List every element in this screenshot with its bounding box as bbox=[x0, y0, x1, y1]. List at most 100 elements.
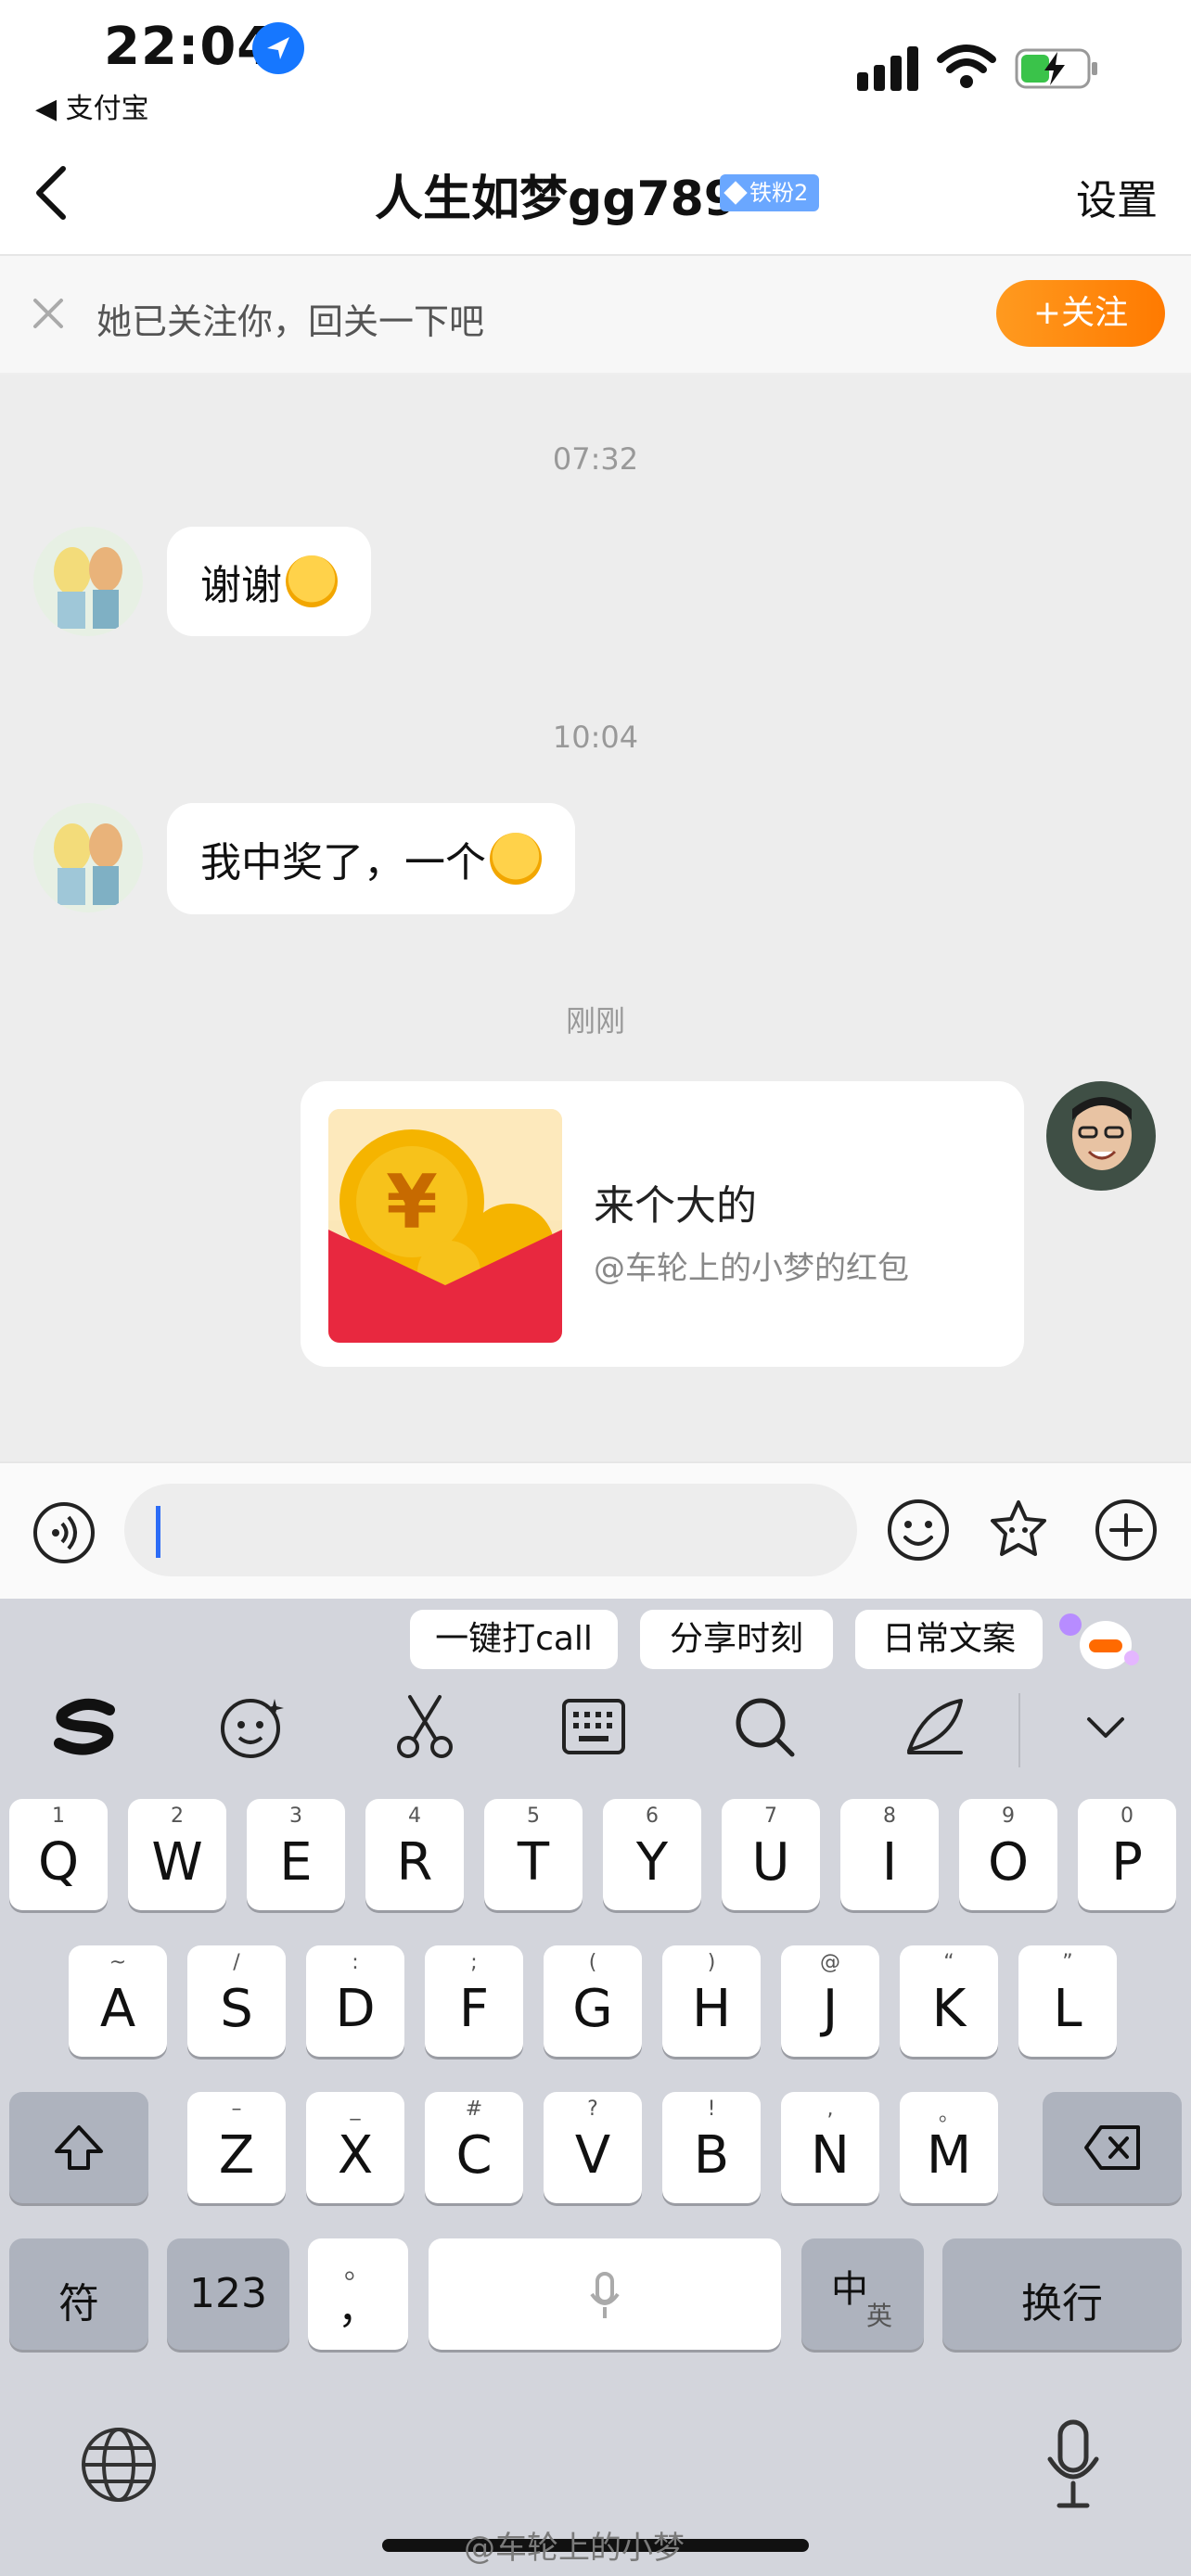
key-letter: F bbox=[458, 1979, 490, 2039]
key-k[interactable]: “K bbox=[900, 1945, 998, 2057]
language-switch-key[interactable]: 中 英 bbox=[801, 2238, 924, 2350]
collapse-keyboard-icon[interactable] bbox=[1069, 1690, 1143, 1764]
key-v[interactable]: ? V bbox=[544, 2092, 642, 2203]
key-b[interactable]: ! B bbox=[662, 2092, 761, 2203]
laughing-emoji-icon bbox=[286, 555, 338, 607]
sticker-icon[interactable] bbox=[985, 1497, 1052, 1563]
back-arrow-icon[interactable] bbox=[28, 156, 74, 230]
message-bubble: 我中奖了，一个 bbox=[167, 803, 575, 914]
key-l[interactable]: ” L bbox=[1018, 1945, 1117, 2057]
key-letter: B bbox=[693, 2125, 730, 2186]
key-letter: Z bbox=[218, 2125, 255, 2186]
settings-button[interactable]: 设置 bbox=[1076, 167, 1158, 226]
suggestion-chip[interactable]: 日常文案 bbox=[855, 1610, 1043, 1669]
numbers-key[interactable]: 123 bbox=[167, 2238, 289, 2350]
shift-key[interactable] bbox=[9, 2092, 148, 2203]
emoji-icon[interactable] bbox=[885, 1497, 952, 1563]
battery-charging-icon bbox=[1015, 48, 1097, 89]
suggestion-chip[interactable]: 分享时刻 bbox=[640, 1610, 833, 1669]
key-n[interactable]: ,N bbox=[781, 2092, 879, 2203]
plus-icon[interactable] bbox=[1093, 1497, 1159, 1563]
key-hint: _ bbox=[350, 2098, 361, 2121]
key-r[interactable]: 4R bbox=[365, 1799, 464, 1910]
key-letter: P bbox=[1111, 1832, 1143, 1893]
key-a[interactable]: ~ A bbox=[69, 1945, 167, 2057]
key-letter: N bbox=[811, 2125, 850, 2186]
my-avatar[interactable] bbox=[1046, 1081, 1156, 1191]
message-input[interactable] bbox=[124, 1484, 857, 1576]
key-i[interactable]: 8I bbox=[840, 1799, 939, 1910]
dictation-microphone-icon[interactable] bbox=[1043, 2418, 1104, 2511]
key-z[interactable]: – Z bbox=[187, 2092, 286, 2203]
fan-level-badge: 铁粉2 bbox=[720, 174, 820, 211]
voice-input-icon[interactable] bbox=[32, 1500, 96, 1565]
key-hint: 2 bbox=[171, 1804, 184, 1828]
key-g[interactable]: (G bbox=[544, 1945, 642, 2057]
follow-prompt-text: 她已关注你，回关一下吧 bbox=[96, 301, 485, 342]
key-letter: T bbox=[517, 1832, 550, 1893]
key-j[interactable]: @ J bbox=[781, 1945, 879, 2057]
signal-icon bbox=[857, 46, 918, 91]
key-letter: A bbox=[99, 1979, 136, 2039]
space-key[interactable] bbox=[429, 2238, 781, 2350]
avatar[interactable] bbox=[33, 527, 143, 636]
key-hint: ” bbox=[1062, 1951, 1073, 1974]
sogou-logo-icon[interactable] bbox=[48, 1690, 122, 1764]
key-hint: ( bbox=[588, 1951, 597, 1974]
suggestion-chip[interactable]: 一键打call bbox=[410, 1610, 618, 1669]
red-envelope-icon: ¥ bbox=[328, 1109, 562, 1343]
key-hint: 0 bbox=[1121, 1804, 1133, 1828]
key-w[interactable]: 2W bbox=[128, 1799, 226, 1910]
fan-level-label: 铁粉2 bbox=[749, 180, 809, 206]
key-d[interactable]: :D bbox=[306, 1945, 404, 2057]
key-y[interactable]: 6Y bbox=[603, 1799, 701, 1910]
key-letter: J bbox=[822, 1979, 839, 2039]
key-hint: 4 bbox=[408, 1804, 421, 1828]
timestamp: 刚刚 bbox=[565, 1003, 625, 1039]
key-c[interactable]: # C bbox=[425, 2092, 523, 2203]
key-label: 符 bbox=[58, 2280, 99, 2327]
enter-key[interactable]: 换行 bbox=[942, 2238, 1182, 2350]
key-p[interactable]: 0P bbox=[1078, 1799, 1176, 1910]
key-hint: 。 bbox=[938, 2103, 959, 2126]
pen-icon[interactable] bbox=[896, 1690, 970, 1764]
message-bubble: 谢谢 bbox=[167, 527, 371, 636]
key-letter: M bbox=[926, 2125, 972, 2186]
key-hint: 6 bbox=[646, 1804, 659, 1828]
mascot-icon[interactable] bbox=[1057, 1606, 1141, 1675]
key-hint: 7 bbox=[764, 1804, 777, 1828]
key-o[interactable]: 9O bbox=[959, 1799, 1057, 1910]
status-time: 22:04 bbox=[104, 17, 275, 77]
watermark-text: @车轮上的小梦 bbox=[464, 2530, 685, 2567]
avatar[interactable] bbox=[33, 803, 143, 912]
key-m[interactable]: 。 M bbox=[900, 2092, 998, 2203]
message-text: 谢谢 bbox=[200, 562, 282, 609]
key-x[interactable]: _ X bbox=[306, 2092, 404, 2203]
follow-button[interactable]: +关注 bbox=[996, 280, 1165, 347]
message-text: 我中奖了，一个 bbox=[200, 839, 486, 886]
key-q[interactable]: 1Q bbox=[9, 1799, 108, 1910]
keyboard-layout-icon[interactable] bbox=[557, 1690, 631, 1764]
key-e[interactable]: 3E bbox=[247, 1799, 345, 1910]
key-hint: 1 bbox=[52, 1804, 65, 1828]
search-icon[interactable] bbox=[727, 1690, 801, 1764]
key-t[interactable]: 5T bbox=[484, 1799, 583, 1910]
symbols-key[interactable]: 符 bbox=[9, 2238, 148, 2350]
key-s[interactable]: / S bbox=[187, 1945, 286, 2057]
key-h[interactable]: ) H bbox=[662, 1945, 761, 2057]
diamond-icon bbox=[724, 181, 748, 205]
emoji-keyboard-icon[interactable] bbox=[215, 1690, 289, 1764]
key-f[interactable]: ; F bbox=[425, 1945, 523, 2057]
scissors-icon[interactable] bbox=[388, 1690, 462, 1764]
key-hint: ; bbox=[470, 1951, 478, 1974]
key-u[interactable]: 7U bbox=[722, 1799, 820, 1910]
key-hint: / bbox=[233, 1951, 240, 1974]
close-icon[interactable] bbox=[28, 293, 69, 334]
key-label: 换行 bbox=[1021, 2280, 1103, 2327]
key-sublabel: 英 bbox=[865, 2301, 892, 2331]
punctuation-key[interactable]: 。， bbox=[308, 2238, 408, 2350]
globe-icon[interactable] bbox=[78, 2424, 160, 2506]
delete-key[interactable] bbox=[1043, 2092, 1182, 2203]
key-letter: W bbox=[151, 1832, 203, 1893]
back-to-app-link[interactable]: ◀ 支付宝 bbox=[35, 85, 149, 126]
